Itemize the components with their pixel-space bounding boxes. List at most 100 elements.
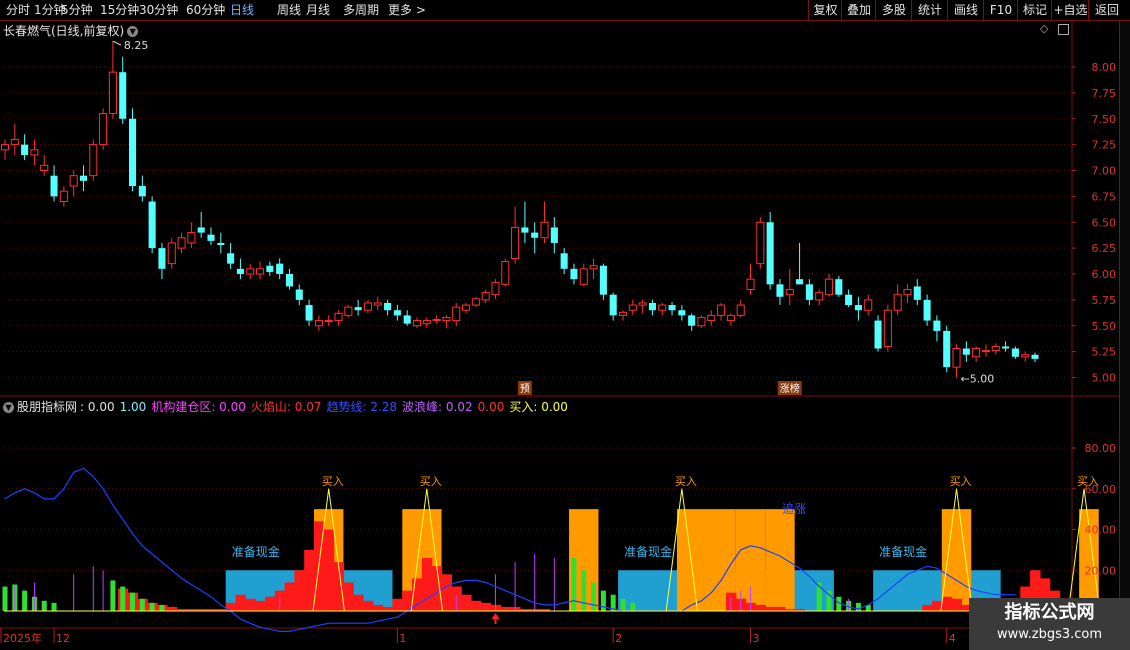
candle-body — [628, 304, 637, 311]
flame-bar — [235, 594, 246, 611]
candle-body — [874, 320, 882, 349]
green-bar — [855, 602, 861, 611]
candle-body — [893, 294, 902, 311]
orange-signal-bar — [765, 509, 795, 611]
time-axis-label: 12 — [56, 632, 70, 645]
flame-bar — [480, 602, 492, 611]
candle-body — [10, 138, 19, 146]
flame-bar — [441, 574, 452, 611]
candle-body — [717, 304, 726, 316]
flame-bar — [461, 594, 472, 611]
candle-body — [511, 226, 520, 259]
candle-body — [962, 348, 970, 355]
cash-zone-label: 准备现金 — [232, 544, 280, 559]
buy-label: 买入 — [675, 475, 697, 488]
price-axis-label: 5.25 — [1092, 346, 1117, 359]
candle-body — [344, 306, 353, 316]
candle-body — [314, 320, 323, 327]
right-side-strip[interactable] — [1119, 21, 1130, 650]
candle-body — [491, 281, 500, 296]
flame-bar — [775, 606, 786, 611]
flame-bar — [343, 582, 354, 611]
flame-bar — [922, 604, 933, 611]
flame-bar — [245, 598, 256, 611]
candle-body — [295, 289, 303, 300]
candle-body — [246, 268, 255, 275]
candle-body — [815, 292, 824, 301]
green-bar — [159, 604, 165, 611]
candle-body — [923, 299, 931, 321]
candle-body — [1031, 354, 1039, 359]
buy-label: 买入 — [420, 475, 442, 488]
price-axis-label: 5.75 — [1092, 294, 1117, 307]
candle-body — [579, 268, 588, 285]
candle-body — [236, 268, 244, 274]
candle-body — [128, 118, 137, 187]
candle-body — [835, 279, 843, 295]
candle-body — [933, 320, 941, 331]
time-axis-label: 2 — [615, 632, 622, 645]
event-marker-label: 涨榜 — [780, 382, 800, 395]
candle-body — [384, 302, 392, 311]
green-bar — [600, 590, 606, 611]
candle-body — [138, 186, 146, 197]
candle-body — [187, 232, 196, 244]
candle-body — [531, 232, 539, 238]
candle-body — [422, 320, 431, 325]
time-axis-label: 3 — [753, 632, 760, 645]
green-bar — [22, 590, 28, 611]
high-price-label: 8.25 — [124, 39, 148, 52]
price-axis-label: 7.00 — [1092, 165, 1117, 178]
candle-body — [824, 278, 834, 296]
candle-body — [638, 302, 647, 306]
candle-body — [707, 314, 716, 322]
green-bar — [591, 582, 597, 611]
watermark-line2: www.zbgs3.com — [996, 627, 1103, 642]
flame-bar — [353, 594, 364, 611]
candle-body — [403, 315, 411, 324]
candle-body — [50, 175, 58, 197]
time-axis-label: 4 — [949, 632, 956, 645]
flame-bar — [941, 596, 953, 611]
candle-body — [256, 268, 265, 275]
green-bar — [2, 586, 8, 611]
candle-body — [521, 227, 529, 233]
candle-body — [805, 284, 813, 300]
flame-bar — [284, 582, 295, 611]
time-axis-label: 1 — [399, 632, 406, 645]
candle-body — [599, 265, 607, 295]
time-axis-label: 2025年 — [3, 631, 42, 645]
stock-chart[interactable]: 8.25←5.00预 涨榜 准备现金 准备现金 准备现金买入 买入 买入 买入 买入追涨 8.… — [0, 0, 1119, 650]
green-bar — [130, 592, 136, 611]
high-marker-line — [112, 40, 122, 46]
candle-body — [560, 253, 568, 269]
candle-body — [207, 234, 215, 241]
candle-body — [452, 306, 461, 322]
candle-body — [373, 302, 382, 306]
buy-label: 买入 — [322, 475, 344, 488]
candle-body — [540, 221, 549, 239]
flame-bar — [304, 549, 315, 611]
candle-body — [21, 144, 29, 155]
flame-bar — [382, 606, 394, 611]
candle-body — [30, 149, 39, 156]
buy-label: 买入 — [950, 475, 972, 488]
price-axis-label: 6.75 — [1092, 190, 1117, 203]
candle-body — [334, 312, 343, 322]
candle-body — [688, 315, 696, 326]
candle-body — [668, 305, 676, 311]
candle-body — [501, 261, 510, 285]
price-axis-label: 7.75 — [1092, 87, 1117, 100]
candle-body — [462, 304, 471, 311]
flame-bar — [166, 606, 178, 611]
flame-bar — [225, 602, 237, 611]
candle-body — [177, 237, 186, 249]
flame-bar — [500, 606, 511, 611]
candle-body — [40, 164, 49, 171]
candle-body — [903, 289, 912, 296]
green-bar — [571, 558, 577, 611]
price-axis-label: 6.50 — [1092, 216, 1117, 229]
candle-body — [412, 320, 422, 327]
flame-bar — [323, 529, 335, 611]
candle-body — [432, 319, 441, 322]
